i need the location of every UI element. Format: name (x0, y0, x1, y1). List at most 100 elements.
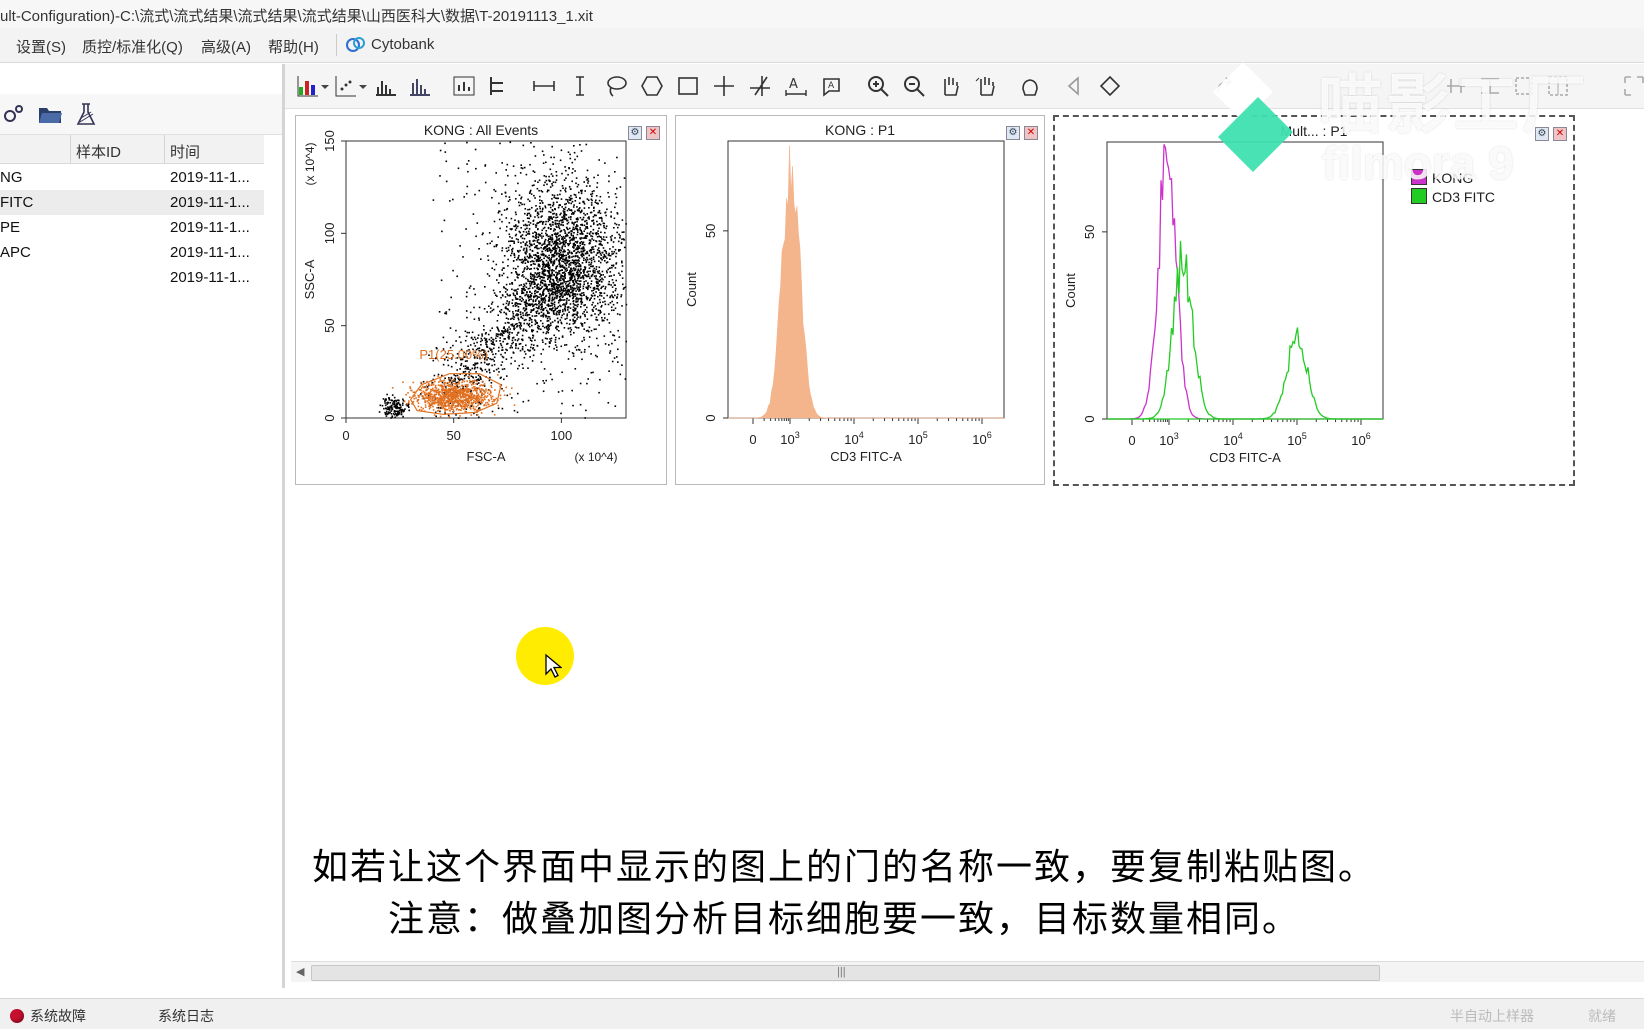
stacked-histogram-icon[interactable] (407, 73, 433, 99)
data-point (452, 387, 455, 389)
rectangle-gate-icon[interactable] (675, 73, 701, 99)
data-point (531, 274, 534, 276)
data-point (576, 242, 578, 244)
zoom-in-icon[interactable] (865, 73, 891, 99)
menu-advanced[interactable]: 高级(A) (201, 36, 251, 57)
data-point (462, 371, 465, 373)
data-point (587, 288, 589, 291)
scrollbar-thumb[interactable]: ||| (311, 965, 1380, 981)
data-point (564, 308, 567, 311)
data-point (428, 384, 430, 386)
data-point (540, 299, 543, 302)
data-point (443, 390, 446, 392)
interval-gate-icon[interactable] (531, 73, 557, 99)
hierarchy-icon[interactable] (485, 73, 511, 99)
open-folder-icon[interactable] (36, 100, 64, 128)
watermark-logo-icon (1213, 62, 1293, 172)
system-fault-status[interactable]: 系统故障 (10, 1006, 86, 1026)
data-point (529, 356, 531, 358)
overlay-histogram-icon[interactable] (373, 73, 399, 99)
data-point (591, 304, 593, 306)
sample-row-selected[interactable]: FITC 2019-11-1... (0, 190, 264, 215)
scroll-left-icon[interactable]: ◀ (296, 965, 304, 978)
plot-workspace[interactable]: KONG : All Events ⚙ ✕ P1(25.00%) 0 50 100 0 5… (285, 109, 1644, 965)
config-icon[interactable] (0, 100, 28, 128)
data-point (454, 385, 457, 388)
data-point (591, 238, 593, 240)
sample-row[interactable]: NG 2019-11-1... (0, 165, 264, 190)
data-point (521, 275, 523, 277)
data-point (603, 335, 606, 337)
pan-hand-icon[interactable] (937, 73, 963, 99)
data-point (549, 168, 552, 171)
menu-help[interactable]: 帮助(H) (268, 36, 319, 57)
histogram-chart-icon[interactable] (295, 73, 321, 99)
sample-row[interactable]: PE 2019-11-1... (0, 215, 264, 240)
data-point (558, 220, 561, 222)
data-point (456, 387, 458, 389)
sample-row[interactable]: APC 2019-11-1... (0, 240, 264, 265)
data-point (597, 174, 599, 176)
histogram-plot-panel[interactable]: KONG : P1 ⚙ ✕ 0 103 104 105 106 0 50 CD3 FITC-A… (675, 115, 1045, 485)
callout-annotation-icon[interactable]: A (819, 73, 845, 99)
scatter-plot-panel[interactable]: KONG : All Events ⚙ ✕ P1(25.00%) 0 50 100 0 5… (295, 115, 667, 485)
data-point (474, 193, 476, 196)
data-point (576, 279, 579, 282)
sample-row[interactable]: 2019-11-1... (0, 265, 264, 290)
data-point (406, 403, 408, 405)
system-log-link[interactable]: 系统日志 (158, 1006, 214, 1026)
data-point (525, 299, 527, 302)
data-point (554, 276, 557, 278)
data-point (464, 339, 467, 342)
menu-qc[interactable]: 质控/标准化(Q) (82, 36, 183, 57)
data-point (558, 259, 561, 261)
data-point (576, 233, 579, 236)
data-point (501, 220, 503, 223)
column-separator[interactable] (164, 135, 165, 163)
data-point (486, 340, 488, 343)
column-sample-id[interactable]: 样本ID (76, 141, 121, 162)
expand-icon[interactable] (1621, 73, 1644, 99)
data-point (463, 365, 465, 367)
data-point (613, 227, 615, 229)
data-point (470, 396, 473, 398)
quadrant-gate-icon[interactable] (711, 73, 737, 99)
text-annotation-icon[interactable]: A (783, 73, 809, 99)
grab-hand-icon[interactable] (1017, 73, 1043, 99)
lasso-gate-icon[interactable] (603, 73, 629, 99)
zoom-out-icon[interactable] (901, 73, 927, 99)
dropdown-arrow-icon[interactable] (357, 73, 369, 99)
flask-icon[interactable] (72, 100, 100, 128)
data-point (555, 268, 557, 270)
data-point (530, 264, 533, 266)
statistics-icon[interactable] (451, 73, 477, 99)
data-point (527, 257, 530, 259)
menu-cytobank[interactable]: Cytobank (371, 36, 434, 53)
column-separator[interactable] (70, 135, 71, 163)
data-point (471, 376, 474, 378)
dotplot-icon[interactable] (333, 73, 359, 99)
previous-icon[interactable] (1061, 73, 1087, 99)
menu-settings[interactable]: 设置(S) (16, 36, 66, 57)
dropdown-arrow-icon[interactable] (319, 73, 331, 99)
data-point (551, 378, 553, 381)
horizontal-scrollbar[interactable]: ◀ ||| (291, 961, 1644, 982)
cross-gate-icon[interactable] (747, 73, 773, 99)
cytobank-icon[interactable] (345, 35, 367, 55)
data-point (592, 239, 595, 241)
data-point (612, 264, 615, 266)
data-point (590, 280, 593, 282)
data-point (432, 389, 434, 391)
diamond-icon[interactable] (1097, 73, 1123, 99)
vertical-line-gate-icon[interactable] (567, 73, 593, 99)
data-point (398, 409, 401, 412)
data-point (576, 287, 578, 289)
data-point (618, 224, 620, 226)
data-point (523, 356, 526, 359)
polygon-gate-icon[interactable] (639, 73, 665, 99)
data-point (541, 215, 543, 217)
data-point (514, 289, 516, 292)
column-time[interactable]: 时间 (170, 141, 200, 162)
pan-all-hand-icon[interactable] (973, 73, 999, 99)
data-point (502, 390, 505, 392)
